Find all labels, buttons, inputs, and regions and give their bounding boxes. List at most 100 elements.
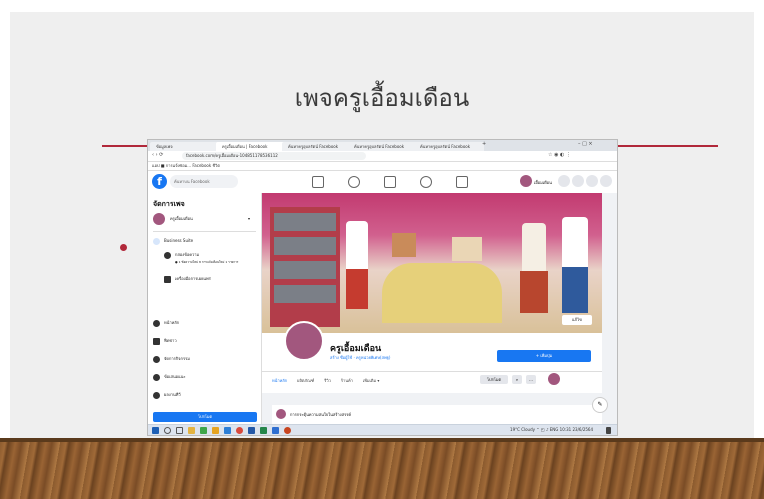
sidebar-item-events[interactable]: จัดการกิจกรรม [153,355,190,363]
tab-products[interactable]: ผลิตภัณฑ์ [297,378,314,383]
tab-home[interactable]: หน้าหลัก [272,378,287,383]
edit-cover-button[interactable]: แก้ไข [562,315,592,325]
promote-page-button[interactable]: โปรโมต [480,375,508,384]
avatar[interactable] [520,175,532,187]
tab-shop[interactable]: ร้านค้า [341,378,353,383]
browser-tab[interactable]: ค้นหาครูอุบลรัตน์ Facebook [348,142,418,151]
chevron-down-icon[interactable]: ▾ [248,215,250,223]
word-icon[interactable] [248,427,255,434]
inbox-note: ● 1 ข้อความใหม่ 8 การแจ้งเตือนใหม่ 1 ราย… [175,260,239,264]
sidebar-item-news-feed[interactable]: ฟีดข่าว [153,337,177,345]
sidebar-item-tv[interactable]: ผลงานทีวี [153,391,181,399]
page-main: แก้ไข ครูเอื้อมเดือน สร้าง ชื่อผู้ใช้ · … [262,193,617,424]
divider [262,371,602,372]
sidebar-item-label: หน้าหลัก [164,320,180,325]
add-button[interactable]: + เพิ่มปุ่ม [497,350,591,362]
watch-icon[interactable] [348,176,360,188]
sidebar-item-label: จัดการกิจกรรม [164,356,190,361]
sidebar-item-label: ผลงานทีวี [164,392,181,397]
app-icon[interactable] [260,427,267,434]
search-icon[interactable] [164,427,171,434]
wood-floor [0,438,764,499]
browser-tab-active[interactable]: ครูเอื้อมเดือน | Facebook [216,142,286,151]
sidebar-item-home[interactable]: หน้าหลัก [153,319,179,327]
avatar [276,409,286,419]
groups-icon[interactable] [420,176,432,188]
browser-tab[interactable]: ค้นหาครูอุบลรัตน์ Facebook [414,142,484,151]
profile-name[interactable]: เอื้อมเดือน [534,179,552,186]
app-icon[interactable] [200,427,207,434]
menu-icon[interactable] [558,175,570,187]
display-table [382,263,502,323]
bullet-icon [120,244,127,251]
more-options-icon[interactable]: … [526,375,536,384]
browser-screenshot: ข้อมูลเพจ ครูเอื้อมเดือน | Facebook ค้นห… [147,139,618,436]
page-header: ครูเอื้อมเดือน สร้าง ชื่อผู้ใช้ · ครูหน่… [262,321,602,393]
account-chevron-icon[interactable] [600,175,612,187]
avatar[interactable] [548,373,560,385]
task-view-icon[interactable] [176,427,183,434]
page-avatar[interactable] [284,321,324,361]
sidebar-item-business-suite[interactable]: Business Suite [153,237,193,245]
browser-tab[interactable]: ค้นหาครูอุบลรัตน์ Facebook [282,142,352,151]
gaming-icon[interactable] [456,176,468,188]
promote-button[interactable]: โปรโมต [153,412,257,422]
sidebar-item-label: Business Suite [164,238,194,243]
search-icon[interactable]: ⌕ [512,375,522,384]
file-explorer-icon[interactable] [188,427,195,434]
home-icon [153,319,160,327]
new-tab-button[interactable]: + [482,141,486,147]
page-avatar-small[interactable] [153,213,165,225]
cover-photo: แก้ไข [262,193,602,333]
post-text: การกระตุ้นความสนใจในสร้างสรรค์ [290,412,352,417]
red-skirt [346,269,368,309]
page-tabs: หน้าหลัก ผลิตภัณฑ์ รีวิว ร้านค้า เพิ่มเติม ▾ [272,377,389,384]
chrome-icon[interactable] [236,427,243,434]
window-controls[interactable]: – □ × [578,141,593,147]
home-icon[interactable] [312,176,324,188]
tab-more[interactable]: เพิ่มเติม ▾ [363,378,380,383]
windows-taskbar: 19°C Cloudy ⌃ ◰ ♪ ENG 10:31 23/6/2564 [148,424,617,435]
sidebar-page-name[interactable]: ครูเอื้อมเดือน [170,215,193,223]
extension-icons[interactable]: ☆ ◉ ◐ ⋮ [548,152,571,158]
url-field[interactable]: facebook.com/ครูเอื้อมเดือน-104851178536… [182,152,366,160]
new-message-icon[interactable]: ✎ [592,397,608,413]
marketplace-icon[interactable] [384,176,396,188]
sidebar-item-label: เครื่องมือการเผยแพร่ [175,276,211,281]
blue-skirt [562,267,588,313]
browser-tabbar: ข้อมูลเพจ ครูเอื้อมเดือน | Facebook ค้นห… [148,140,617,151]
bookmarks-bar[interactable]: แอป ■ การแจ้งซ่อม... Facebook ชีวิต [148,162,617,171]
page-subtitle[interactable]: สร้าง ชื่อผู้ใช้ · ครูหน่วยพิเศษ(สพฐ) [330,354,390,361]
system-tray[interactable]: 19°C Cloudy ⌃ ◰ ♪ ENG 10:31 23/6/2564 [510,427,593,432]
messenger-icon[interactable] [572,175,584,187]
clock-time: 10:31 [559,427,572,432]
app-icon[interactable] [272,427,279,434]
display-shelf [270,207,340,327]
product-frame [392,233,416,257]
sidebar-title: จัดการเพจ [153,200,185,208]
app-icon[interactable] [284,427,291,434]
post-preview: การกระตุ้นความสนใจในสร้างสรรค์ [272,405,602,424]
sidebar-item-feedback[interactable]: ข้อเสนอแนะ [153,373,186,381]
app-icon[interactable] [212,427,219,434]
publishing-tools-icon [164,275,171,283]
edge-icon[interactable] [224,427,231,434]
page-title: ครูเอื้อมเดือน [330,344,382,354]
mannequin [522,223,546,277]
sidebar-item-label: ข้อเสนอแนะ [164,374,186,379]
nav-arrows-icon[interactable]: ‹ › ⟳ [152,152,163,158]
facebook-logo-icon[interactable]: f [152,174,167,189]
sidebar-item-publishing-tools[interactable]: เครื่องมือการเผยแพร่ [164,275,211,283]
calendar-icon [153,355,160,363]
notification-center-icon[interactable] [606,427,611,434]
notifications-icon[interactable] [586,175,598,187]
sidebar-item-label: ฟีดข่าว [164,338,177,343]
feedback-icon [153,373,160,381]
weather-status: 19°C Cloudy [510,427,535,432]
browser-tab[interactable]: ข้อมูลเพจ [150,142,220,151]
tab-reviews[interactable]: รีวิว [324,378,331,383]
windows-start-icon[interactable] [152,427,159,434]
facebook-search-input[interactable]: ค้นหาบน Facebook [170,175,238,188]
tv-icon [153,391,160,399]
facebook-topbar: f ค้นหาบน Facebook เอื้อมเดือน [148,171,617,194]
